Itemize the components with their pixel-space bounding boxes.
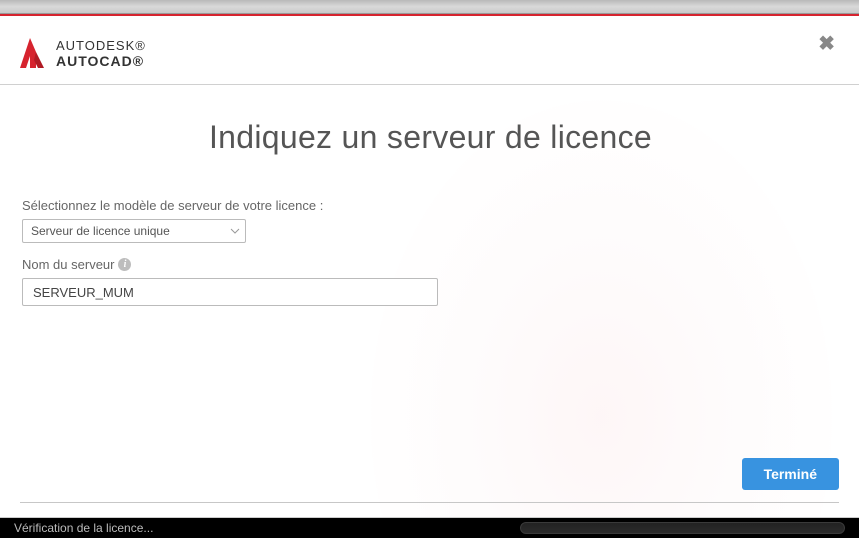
server-name-input[interactable] xyxy=(22,278,438,306)
window-titlebar xyxy=(0,0,859,14)
license-dialog: ✖ AUTODESK® AUTOCAD® Indiquez un serveur… xyxy=(0,16,859,518)
status-bar: Vérification de la licence... xyxy=(0,518,859,538)
page-title: Indiquez un serveur de licence xyxy=(22,119,839,156)
license-model-selected: Serveur de licence unique xyxy=(31,224,170,238)
server-name-label: Nom du serveur i xyxy=(22,257,839,272)
close-icon[interactable]: ✖ xyxy=(818,34,835,54)
brand-header: AUTODESK® AUTOCAD® xyxy=(0,16,859,84)
brand-text: AUTODESK® AUTOCAD® xyxy=(56,39,146,68)
footer-divider xyxy=(20,502,839,503)
status-bar-slot xyxy=(520,522,845,534)
brand-company: AUTODESK® xyxy=(56,39,146,52)
brand-product: AUTOCAD® xyxy=(56,54,146,68)
autodesk-logo-icon xyxy=(18,36,46,70)
license-model-select[interactable]: Serveur de licence unique xyxy=(22,219,246,243)
server-name-label-text: Nom du serveur xyxy=(22,257,114,272)
done-button[interactable]: Terminé xyxy=(742,458,839,490)
status-text: Vérification de la licence... xyxy=(14,521,153,535)
info-icon[interactable]: i xyxy=(118,258,131,271)
license-model-label: Sélectionnez le modèle de serveur de vot… xyxy=(22,198,839,213)
dialog-body: Indiquez un serveur de licence Sélection… xyxy=(0,85,859,306)
dialog-footer: Terminé xyxy=(20,458,839,503)
